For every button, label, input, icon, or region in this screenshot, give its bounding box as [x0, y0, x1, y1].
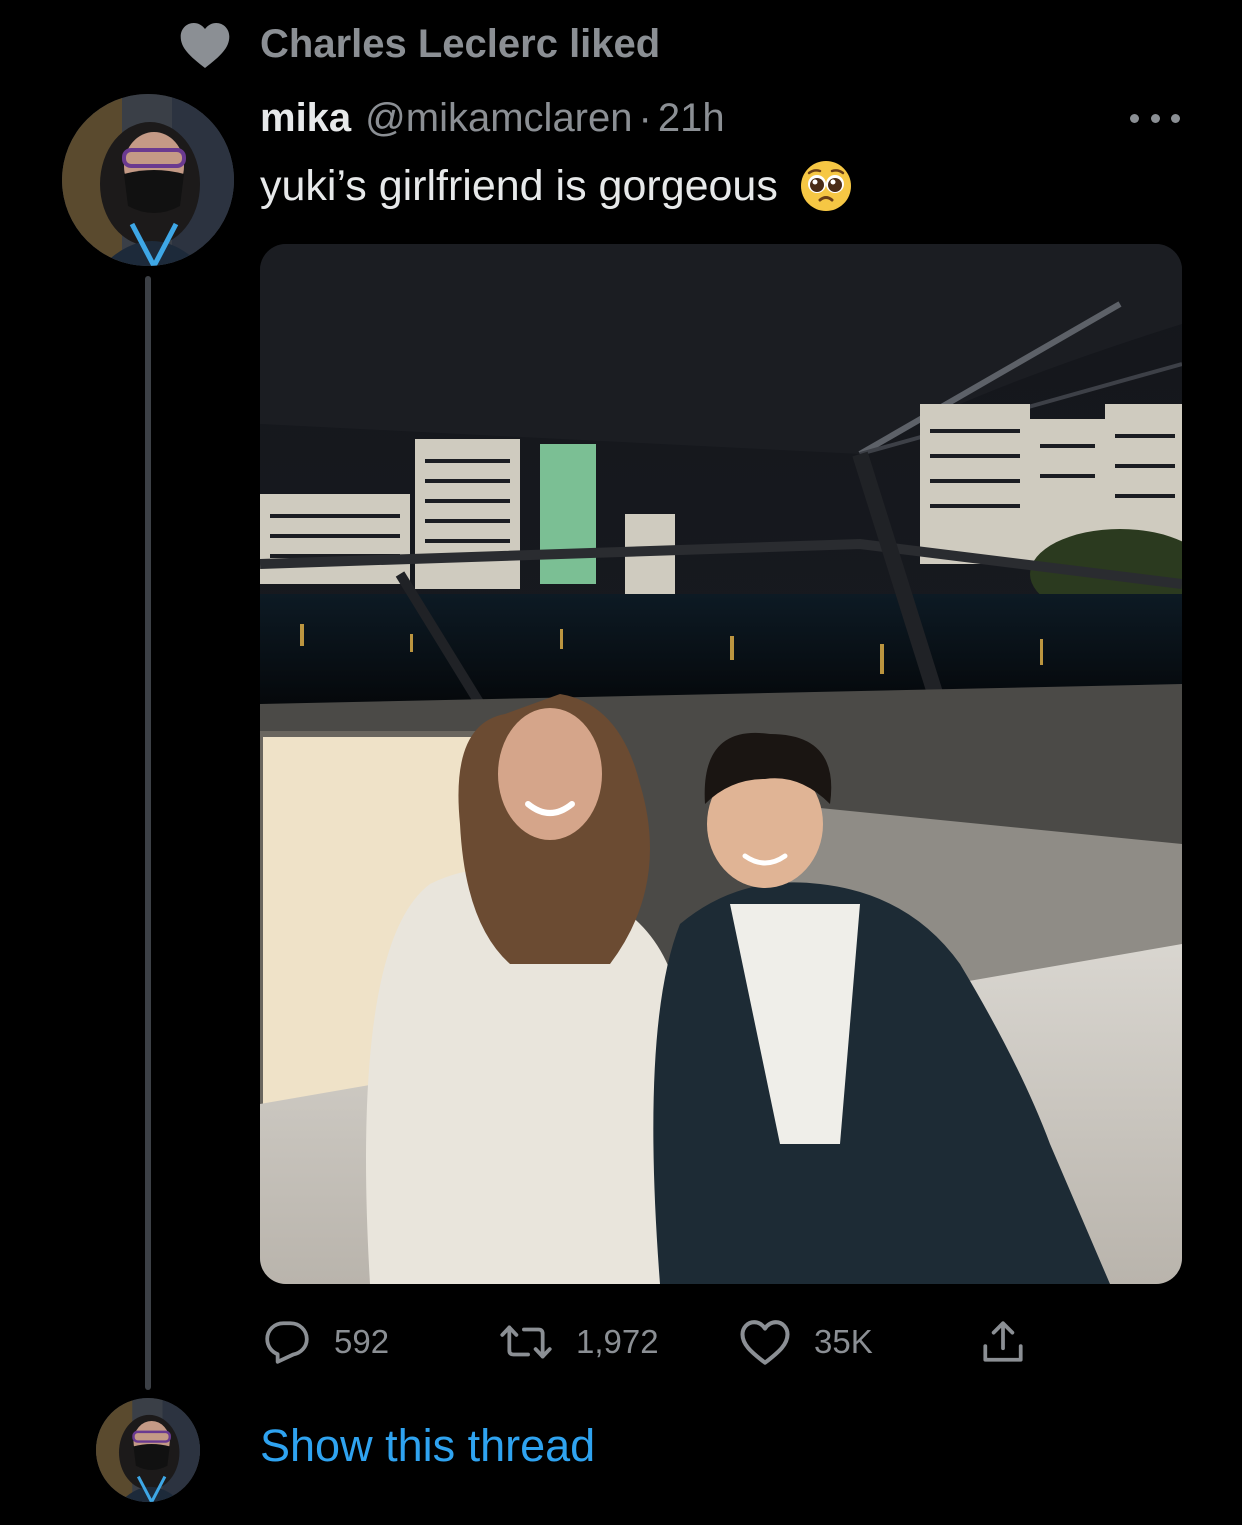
heart-outline-icon [738, 1317, 792, 1367]
heart-filled-icon [178, 20, 232, 70]
retweet-count: 1,972 [576, 1323, 659, 1360]
avatar-small[interactable] [96, 1398, 200, 1502]
retweet-icon [498, 1317, 554, 1367]
like-button[interactable]: 35K [738, 1316, 873, 1368]
retweet-button[interactable]: 1,972 [498, 1316, 659, 1368]
social-context-text: Charles Leclerc liked [260, 22, 661, 66]
avatar[interactable] [62, 94, 234, 266]
share-icon [978, 1317, 1028, 1367]
reply-button[interactable]: 592 [262, 1316, 389, 1368]
thread-connector-line [145, 276, 151, 1390]
timestamp[interactable]: 21h [658, 96, 725, 141]
tweet-text: yuki’s girlfriend is gorgeous [260, 160, 852, 212]
reply-icon [262, 1317, 312, 1367]
display-name[interactable]: mika [260, 96, 351, 141]
show-thread-link[interactable]: Show this thread [260, 1420, 595, 1472]
tweet-header: mika @mikamclaren · 21h [260, 96, 725, 141]
tweet-media-photo[interactable] [260, 244, 1182, 1284]
tweet-text-body: yuki’s girlfriend is gorgeous [260, 161, 778, 210]
pleading-face-emoji [800, 160, 852, 212]
share-button[interactable] [978, 1316, 1028, 1368]
user-handle[interactable]: @mikamclaren [365, 96, 632, 141]
tweet-action-bar: 592 1,972 35K [262, 1316, 1062, 1368]
separator-dot: · [638, 96, 652, 140]
like-count: 35K [814, 1323, 873, 1360]
more-horizontal-icon[interactable] [1130, 110, 1180, 126]
reply-count: 592 [334, 1323, 390, 1360]
